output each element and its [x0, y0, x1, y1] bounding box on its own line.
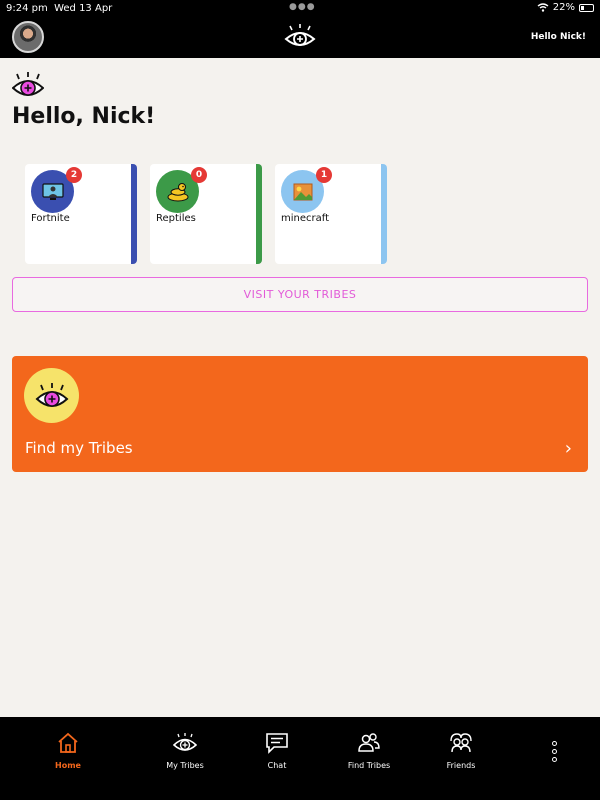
eye-icon	[12, 72, 44, 96]
tribe-card-fortnite[interactable]: 2 Fortnite	[25, 164, 137, 264]
multitask-dots-icon[interactable]: ●●●	[289, 2, 316, 12]
people-icon	[358, 733, 380, 752]
notification-badge: 1	[316, 167, 332, 183]
nav-home[interactable]: Home	[28, 731, 108, 770]
app-screen: 9:24 pm Wed 13 Apr ●●● 22% Hello Nick! H	[0, 0, 600, 800]
status-indicators: 22%	[537, 2, 594, 13]
battery-icon	[579, 3, 594, 12]
header-greeting: Hello Nick!	[530, 32, 586, 42]
find-tribes-card[interactable]: Find my Tribes ›	[12, 356, 588, 472]
notification-badge: 0	[191, 167, 207, 183]
friends-icon	[450, 733, 472, 753]
nav-label: My Tribes	[166, 761, 204, 770]
eye-logo-icon[interactable]	[284, 24, 316, 50]
tribe-color-stripe	[131, 164, 137, 264]
nav-label: Friends	[446, 761, 476, 770]
nav-label: Find Tribes	[347, 761, 391, 770]
page-title: Hello, Nick!	[12, 104, 156, 129]
nav-label: Home	[55, 761, 81, 770]
battery-percent: 22%	[552, 2, 575, 13]
wifi-icon	[537, 3, 549, 12]
status-time: 9:24 pm Wed 13 Apr	[6, 3, 112, 14]
tribe-name: Fortnite	[31, 213, 70, 224]
bottom-nav: Home My Tribes Chat Find Tribes Friends	[0, 717, 600, 800]
eye-icon	[173, 733, 197, 751]
nav-chat[interactable]: Chat	[237, 731, 317, 770]
tribe-name: Reptiles	[156, 213, 196, 224]
notification-badge: 2	[66, 167, 82, 183]
status-date: Wed 13 Apr	[54, 3, 113, 14]
nav-find-tribes[interactable]: Find Tribes	[329, 731, 409, 770]
tribe-color-stripe	[381, 164, 387, 264]
find-tribes-label: Find my Tribes	[25, 439, 133, 457]
avatar[interactable]	[12, 21, 44, 53]
top-bar: 9:24 pm Wed 13 Apr ●●● 22% Hello Nick!	[0, 0, 600, 58]
tribe-card-reptiles[interactable]: 0 Reptiles	[150, 164, 262, 264]
home-icon	[58, 732, 78, 753]
tribe-card-minecraft[interactable]: 1 minecraft	[275, 164, 387, 264]
status-clock: 9:24 pm	[6, 3, 48, 14]
nav-my-tribes[interactable]: My Tribes	[145, 731, 225, 770]
tribe-color-stripe	[256, 164, 262, 264]
tribe-name: minecraft	[281, 213, 330, 224]
eye-badge-icon	[24, 368, 79, 423]
nav-label: Chat	[267, 761, 287, 770]
nav-friends[interactable]: Friends	[421, 731, 501, 770]
chat-icon	[266, 733, 288, 754]
chevron-right-icon[interactable]: ›	[565, 438, 572, 459]
tribe-list: 2 Fortnite 0 Reptiles 1 minecraft	[25, 164, 387, 264]
visit-tribes-button[interactable]: VISIT YOUR TRIBES	[12, 277, 588, 312]
more-options-icon[interactable]	[547, 741, 561, 769]
